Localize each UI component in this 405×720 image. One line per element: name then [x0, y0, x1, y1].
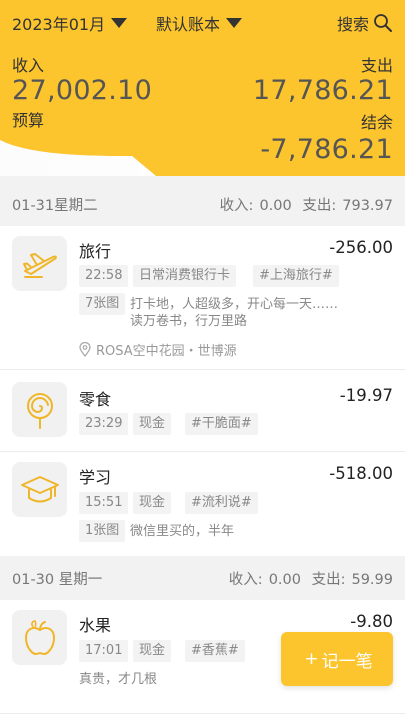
entry-time: 23:29: [79, 413, 129, 435]
budget-label[interactable]: 预算: [12, 107, 44, 131]
entry-category: 水果: [79, 616, 112, 635]
category-icon-box: [12, 462, 67, 517]
transaction-item[interactable]: 旅行 -256.00 22:58 日常消费银行卡 #上海旅行# 7张图 打卡地，…: [0, 226, 405, 370]
account-book-selector[interactable]: 默认账本: [156, 11, 243, 35]
category-icon-box: [12, 236, 67, 291]
entry-category: 零食: [79, 390, 112, 409]
entry-account: 现金: [133, 492, 172, 514]
category-icon-box: [12, 382, 67, 437]
entry-tag: #香蕉#: [185, 640, 245, 662]
entry-category: 旅行: [79, 242, 112, 261]
entry-time: 22:58: [79, 265, 129, 287]
day-date: 01-31星期二: [12, 197, 98, 214]
day-header: 01-30 星期一 收入: 0.00 支出: 59.99: [0, 556, 405, 600]
search-button[interactable]: 搜索: [337, 11, 393, 35]
entry-location: ROSA空中花园・世博源: [79, 340, 237, 359]
day-expense-value: 793.97: [342, 197, 393, 214]
entry-tag: #流利说#: [185, 492, 258, 514]
month-selector[interactable]: 2023年01月: [12, 11, 128, 35]
income-label: 收入: [12, 56, 45, 75]
summary-header: 2023年01月 默认账本 搜索 收入 27,002.10 支出 17,786.…: [0, 0, 405, 182]
entry-note-line-1: 微信里买的，半年: [130, 524, 235, 539]
entry-account: 现金: [133, 413, 172, 435]
day-date: 01-30 星期一: [12, 571, 103, 588]
entry-time: 15:51: [79, 492, 129, 514]
transaction-item[interactable]: 学习 -518.00 15:51 现金 #流利说# 1张图 微信里买的，半年: [0, 452, 405, 556]
entry-amount: -9.80: [350, 612, 393, 631]
expense-label: 支出: [360, 56, 393, 75]
day-expense-label: 支出:: [302, 197, 337, 214]
day-income-value: 0.00: [268, 571, 301, 588]
top-bar: 2023年01月 默认账本 搜索: [12, 10, 393, 36]
income-total: 27,002.10: [12, 75, 153, 106]
entry-note-line-1: 打卡地，人超级多，开心每一天……: [130, 297, 339, 312]
entry-amount: -256.00: [329, 238, 393, 257]
search-icon: [374, 14, 392, 32]
day-header: 01-31星期二 收入: 0.00 支出: 793.97: [0, 182, 405, 226]
dropdown-triangle-icon: [111, 18, 128, 28]
entry-time: 17:01: [79, 640, 129, 662]
header-wave-decoration: [0, 140, 405, 182]
entry-amount: -19.97: [339, 386, 393, 405]
dropdown-triangle-icon: [226, 18, 243, 28]
entry-amount: -518.00: [329, 464, 393, 483]
apple-icon: [24, 619, 55, 655]
day-income-label: 收入:: [219, 197, 254, 214]
expense-total: 17,786.21: [252, 75, 393, 106]
transaction-item[interactable]: 零食 -19.97 23:29 现金 #干脆面#: [0, 370, 405, 452]
entry-image-count[interactable]: 7张图: [79, 293, 126, 315]
entry-account: 日常消费银行卡: [133, 265, 237, 287]
day-stats: 收入: 0.00 支出: 793.97: [214, 194, 393, 215]
graduation-cap-icon: [20, 475, 59, 502]
entry-account: 现金: [133, 640, 172, 662]
day-income-label: 收入:: [228, 571, 263, 588]
entry-note-line-2: 读万卷书，行万里路: [130, 314, 248, 329]
entry-tag: #干脆面#: [185, 413, 258, 435]
plus-icon: +: [304, 649, 319, 669]
search-label: 搜索: [336, 15, 369, 34]
day-income-value: 0.00: [259, 197, 292, 214]
month-label: 2023年01月: [12, 15, 106, 34]
day-expense-value: 59.99: [351, 571, 393, 588]
day-expense-label: 支出:: [311, 571, 346, 588]
divider: [0, 713, 405, 714]
lollipop-icon: [26, 392, 53, 429]
entry-image-count[interactable]: 1张图: [79, 520, 126, 542]
entry-location-text: ROSA空中花园・世博源: [96, 344, 237, 359]
entry-tag: #上海旅行#: [253, 265, 339, 287]
location-pin-icon: [79, 342, 91, 357]
add-record-button[interactable]: + 记一笔: [281, 632, 393, 686]
entry-note-line-1: 真贵，才几根: [79, 672, 158, 687]
day-stats: 收入: 0.00 支出: 59.99: [223, 568, 393, 589]
account-book-label: 默认账本: [156, 15, 221, 34]
airplane-icon: [22, 252, 57, 278]
category-icon-box: [12, 610, 67, 665]
entry-category: 学习: [79, 468, 112, 487]
add-record-label: 记一笔: [321, 651, 373, 672]
